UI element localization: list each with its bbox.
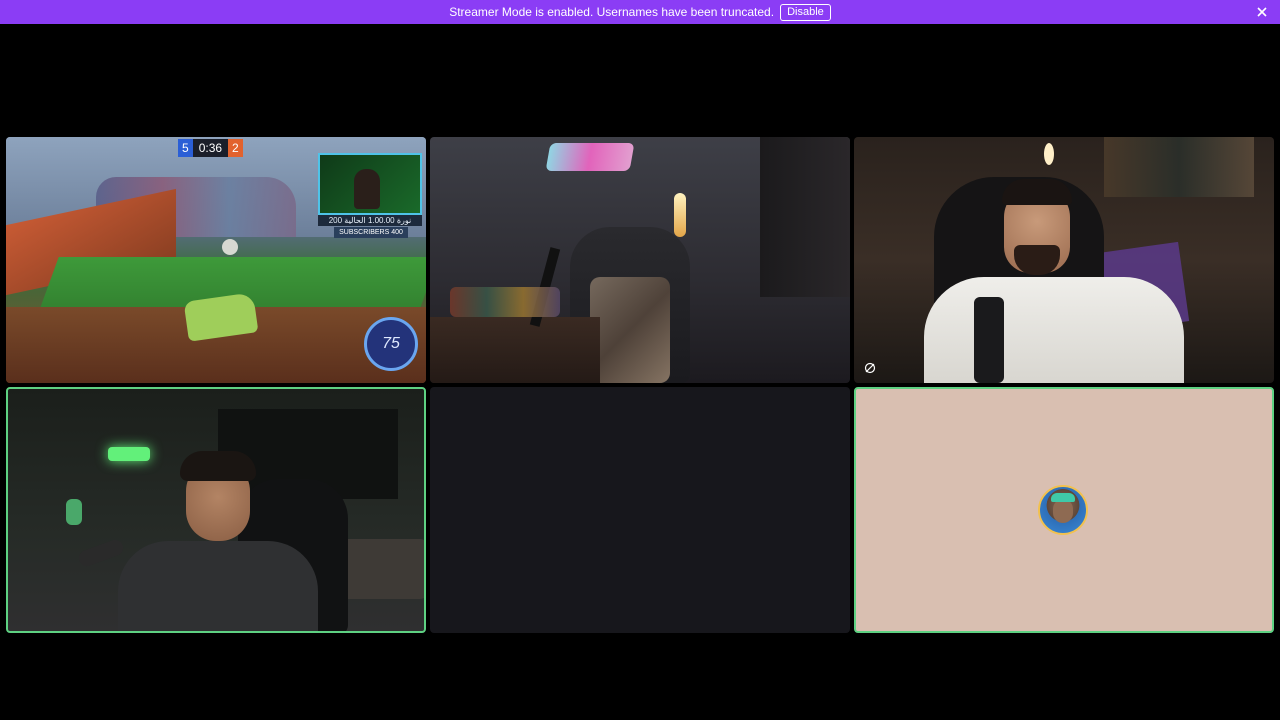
person-hair <box>1002 179 1072 205</box>
cam-overlay-caption: نورة 1.00.00 الحالية 200 <box>318 215 422 226</box>
chair-camo <box>590 277 670 383</box>
desk-items <box>450 287 560 317</box>
green-neon-sign <box>108 447 150 461</box>
boost-meter: 75 <box>364 317 418 371</box>
avatar-face <box>1053 499 1073 523</box>
video-tile-streamer[interactable] <box>854 137 1274 383</box>
camera-off-icon <box>864 361 876 374</box>
scoreboard: 5 0:36 2 <box>178 139 256 157</box>
person-shirt <box>118 541 318 631</box>
video-tile-room[interactable] <box>430 137 850 383</box>
desk-mic <box>76 537 126 569</box>
wall-lamp-left <box>1044 143 1054 165</box>
person-shirt <box>924 277 1184 383</box>
streamer-cam-overlay <box>318 153 422 215</box>
microphone <box>974 297 1004 383</box>
boost-value: 75 <box>382 335 400 352</box>
video-tile-empty[interactable] <box>430 387 850 633</box>
wall-lamp <box>674 193 686 237</box>
score-blue: 5 <box>178 139 193 157</box>
score-orange: 2 <box>228 139 243 157</box>
person-hair <box>180 451 256 481</box>
video-grid: 5 0:36 2 نورة 1.00.00 الحالية 200 SUBSCR… <box>0 0 1280 720</box>
avatar-cap <box>1051 493 1075 502</box>
streamer-figure <box>354 169 380 209</box>
video-tile-game-stream[interactable]: 5 0:36 2 نورة 1.00.00 الحالية 200 SUBSCR… <box>6 137 426 383</box>
curtain <box>760 137 850 297</box>
video-tile-avatar[interactable] <box>854 387 1274 633</box>
avatar <box>1038 485 1088 535</box>
figurine <box>66 499 82 525</box>
video-tile-speaking[interactable] <box>6 387 426 633</box>
subscribers-counter: SUBSCRIBERS 400 <box>334 227 408 238</box>
hex-lights <box>545 143 635 171</box>
ball <box>222 239 238 255</box>
match-timer: 0:36 <box>192 139 229 157</box>
desk <box>430 317 600 383</box>
wall-frames <box>1104 137 1254 197</box>
